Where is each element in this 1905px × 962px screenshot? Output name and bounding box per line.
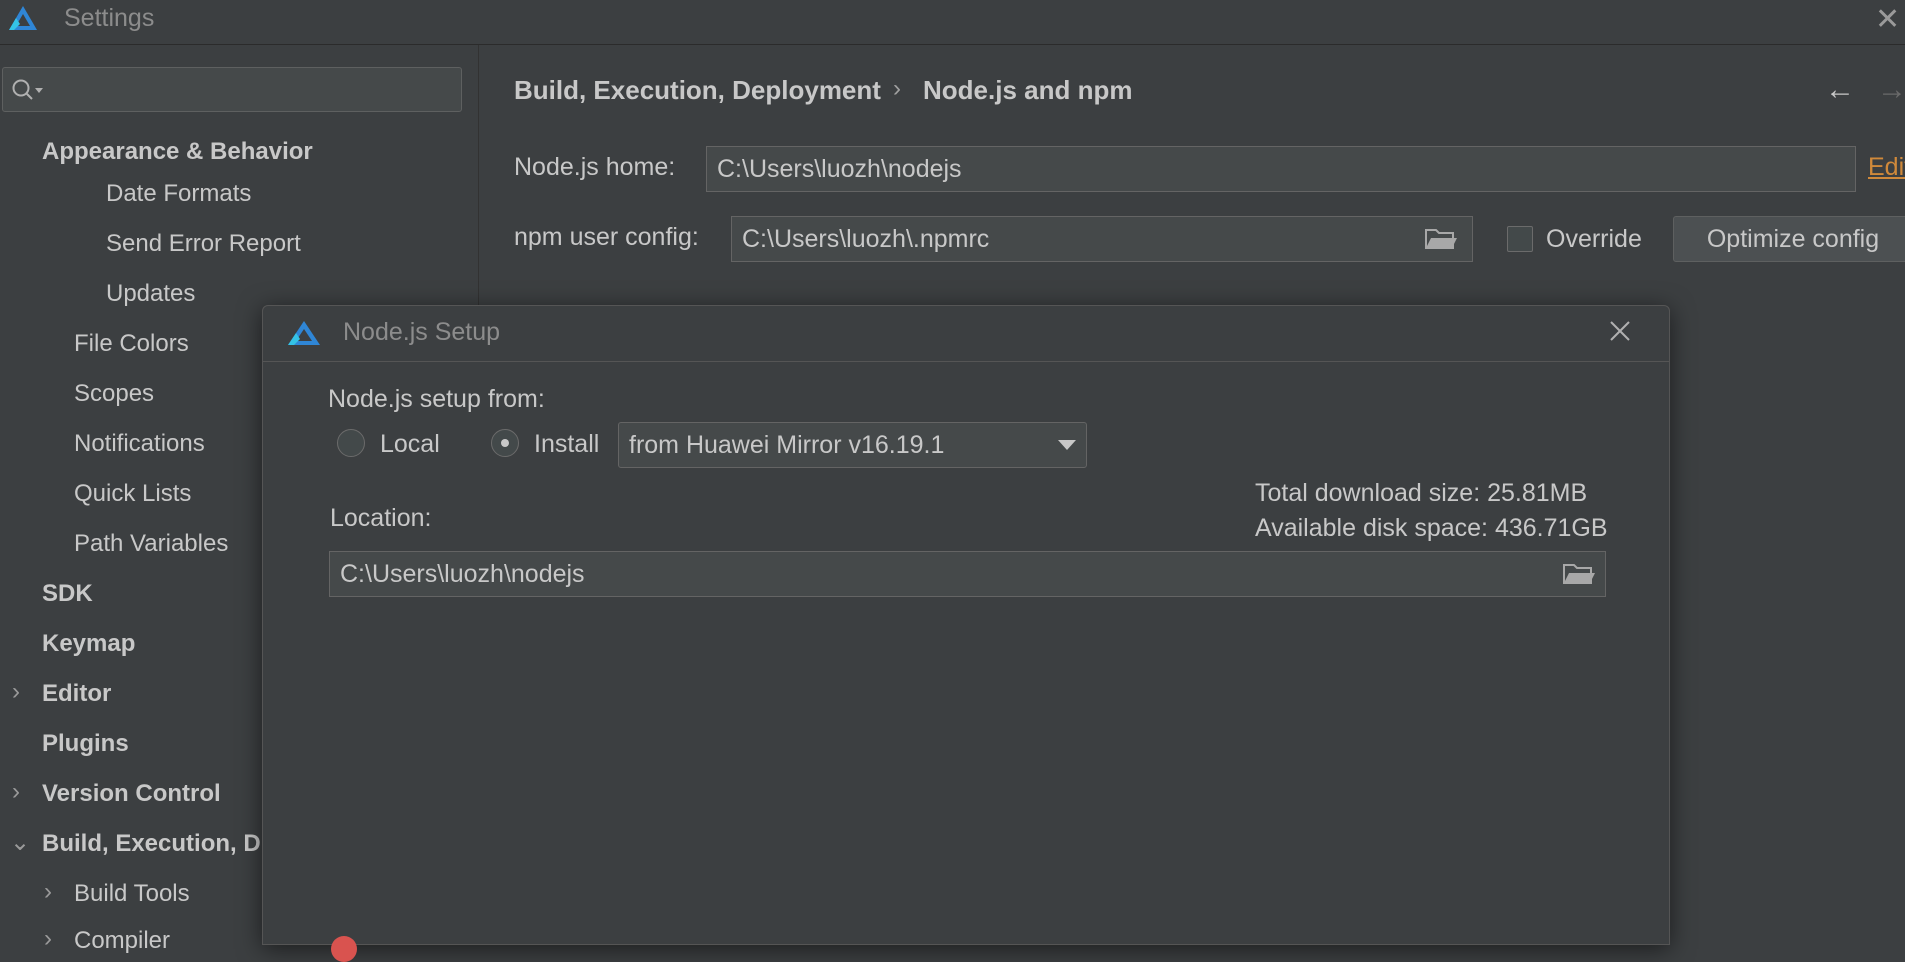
error-icon xyxy=(331,936,357,962)
sidebar-item-notifications[interactable]: Notifications xyxy=(74,430,205,458)
title-bar: Settings ✕ xyxy=(0,0,1905,45)
back-arrow-icon[interactable]: ← xyxy=(1825,73,1855,107)
disk-space-text: Available disk space: 436.71GB xyxy=(1255,514,1608,542)
sidebar-item-build-tools[interactable]: Build Tools xyxy=(74,880,190,908)
chevron-right-icon[interactable]: › xyxy=(44,878,52,906)
dialog-header: Node.js Setup xyxy=(263,306,1669,362)
sidebar-item-keymap[interactable]: Keymap xyxy=(42,630,135,658)
chevron-right-icon[interactable]: › xyxy=(12,678,20,706)
chevron-down-icon[interactable]: ⌄ xyxy=(10,828,30,857)
sidebar-item-path-variables[interactable]: Path Variables xyxy=(74,530,228,558)
sidebar-item-send-error-report[interactable]: Send Error Report xyxy=(106,230,301,258)
optimize-config-button[interactable]: Optimize config xyxy=(1673,216,1905,262)
nodejs-setup-dialog: Node.js Setup Node.js setup from: Local … xyxy=(262,305,1670,962)
node-home-field[interactable]: C:\Users\luozh\nodejs xyxy=(706,146,1856,192)
override-label: Override xyxy=(1546,225,1642,253)
chevron-right-icon[interactable]: › xyxy=(12,778,20,806)
folder-icon[interactable] xyxy=(1424,226,1458,252)
search-icon xyxy=(12,79,43,100)
forward-arrow-icon[interactable]: → xyxy=(1877,73,1905,107)
radio-install[interactable] xyxy=(491,429,519,457)
edit-link[interactable]: Edit xyxy=(1868,153,1905,182)
sidebar-item-sdk[interactable]: SDK xyxy=(42,580,93,608)
breadcrumb-parent[interactable]: Build, Execution, Deployment xyxy=(514,75,881,106)
chevron-right-icon[interactable]: › xyxy=(44,925,52,953)
sidebar-item-plugins[interactable]: Plugins xyxy=(42,730,129,758)
settings-search-input[interactable] xyxy=(2,67,462,112)
override-checkbox[interactable] xyxy=(1507,226,1533,252)
sidebar-item-version-control[interactable]: Version Control xyxy=(42,780,221,808)
chevron-down-icon xyxy=(1058,440,1076,450)
radio-install-label: Install xyxy=(534,430,600,458)
mirror-select[interactable]: from Huawei Mirror v16.19.1 xyxy=(618,422,1087,468)
sidebar-item-editor[interactable]: Editor xyxy=(42,680,111,708)
radio-selected-dot xyxy=(501,439,509,447)
dialog-title: Node.js Setup xyxy=(343,318,501,346)
location-field[interactable]: C:\Users\luozh\nodejs xyxy=(329,551,1606,597)
sidebar-item-compiler[interactable]: Compiler xyxy=(74,927,170,955)
npm-config-value: C:\Users\luozh\.npmrc xyxy=(742,225,990,253)
npm-config-label: npm user config: xyxy=(514,223,699,251)
download-size-text: Total download size: 25.81MB xyxy=(1255,479,1588,507)
sidebar-item-scopes[interactable]: Scopes xyxy=(74,380,154,408)
sidebar-item-updates[interactable]: Updates xyxy=(106,280,195,308)
npm-config-field[interactable]: C:\Users\luozh\.npmrc xyxy=(731,216,1473,262)
window-title: Settings xyxy=(64,4,155,32)
folder-icon[interactable] xyxy=(1562,561,1596,587)
location-label: Location: xyxy=(330,504,432,532)
breadcrumb-current: Node.js and npm xyxy=(923,75,1133,105)
setup-from-label: Node.js setup from: xyxy=(328,385,545,413)
app-logo-icon xyxy=(9,6,37,30)
breadcrumb-separator: › xyxy=(893,75,901,102)
mirror-select-value: from Huawei Mirror v16.19.1 xyxy=(629,431,945,459)
sidebar-item-appearance-behavior[interactable]: Appearance & Behavior xyxy=(42,138,313,166)
app-logo-icon xyxy=(288,321,320,345)
node-home-label: Node.js home: xyxy=(514,153,676,181)
close-icon[interactable] xyxy=(1605,316,1635,346)
sidebar-item-build-execution[interactable]: Build, Execution, D xyxy=(42,830,261,858)
location-value: C:\Users\luozh\nodejs xyxy=(340,560,585,588)
sidebar-item-quick-lists[interactable]: Quick Lists xyxy=(74,480,191,508)
close-window-icon[interactable]: ✕ xyxy=(1875,2,1905,37)
radio-local[interactable] xyxy=(337,429,365,457)
sidebar-item-file-colors[interactable]: File Colors xyxy=(74,330,189,358)
radio-local-label: Local xyxy=(380,430,440,458)
sidebar-item-date-formats[interactable]: Date Formats xyxy=(106,180,251,208)
